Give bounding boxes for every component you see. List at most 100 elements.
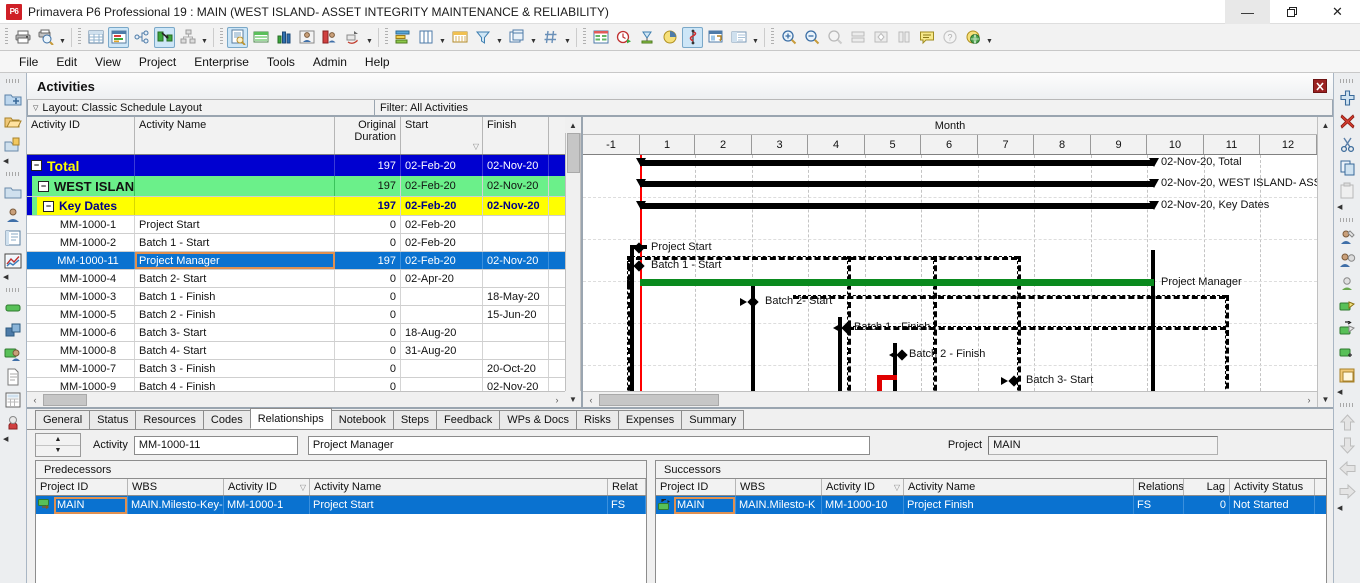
menu-admin[interactable]: Admin bbox=[304, 53, 356, 71]
rail-grip[interactable] bbox=[1339, 403, 1355, 407]
spreadsheet-icon[interactable] bbox=[590, 27, 611, 48]
help-icon[interactable]: ? bbox=[939, 27, 960, 48]
activities-close-button[interactable] bbox=[1313, 79, 1327, 93]
reports-icon[interactable] bbox=[3, 227, 24, 248]
menu-help[interactable]: Help bbox=[356, 53, 399, 71]
documents-icon[interactable] bbox=[3, 366, 24, 387]
rail-expand-arrow[interactable]: ◀ bbox=[0, 435, 8, 443]
gantt-milestone-batch2-finish[interactable] bbox=[896, 349, 908, 361]
toolbar-grip[interactable] bbox=[771, 28, 774, 46]
help-dropdown-caret[interactable]: ▼ bbox=[984, 27, 995, 48]
table-row-key-dates[interactable]: − Key Dates 197 02-Feb-20 02-Nov-20 bbox=[27, 197, 565, 216]
columns-icon[interactable] bbox=[415, 27, 436, 48]
tab-general[interactable]: General bbox=[35, 410, 91, 429]
print-icon[interactable] bbox=[12, 27, 33, 48]
add-project-icon[interactable] bbox=[3, 88, 24, 109]
expenses-icon[interactable] bbox=[3, 389, 24, 410]
collapse-toggle-total[interactable]: − bbox=[31, 160, 42, 171]
table-row[interactable]: MM-1000-4 Batch 2- Start 0 02-Apr-20 bbox=[27, 270, 565, 288]
activity-table-icon[interactable] bbox=[85, 27, 106, 48]
assign-role-icon[interactable] bbox=[1337, 250, 1358, 271]
trace-logic-icon[interactable] bbox=[177, 27, 198, 48]
assign-resource-by-role-icon[interactable] bbox=[1337, 273, 1358, 294]
column-header-original-duration[interactable]: Original Duration bbox=[335, 117, 401, 154]
rail-grip[interactable] bbox=[1339, 79, 1355, 83]
copy-icon[interactable] bbox=[1337, 157, 1358, 178]
assign-successor-icon[interactable] bbox=[1337, 319, 1358, 340]
rail-expand-arrow[interactable]: ◀ bbox=[1334, 388, 1342, 396]
layout-selector[interactable]: ▽ Layout: Classic Schedule Layout bbox=[27, 100, 375, 116]
column-header-activity-id[interactable]: Activity ID ▽ bbox=[822, 479, 904, 495]
successor-row[interactable]: MAIN MAIN.Milesto-K MM-1000-10 Project F… bbox=[656, 496, 1326, 514]
scroll-down-icon[interactable]: ▼ bbox=[565, 391, 581, 407]
minimize-button[interactable]: — bbox=[1225, 0, 1270, 24]
zoom-in-icon[interactable] bbox=[778, 27, 799, 48]
gantt-milestone-batch2-start[interactable] bbox=[747, 296, 759, 308]
scroll-right-icon[interactable]: › bbox=[549, 392, 565, 408]
activity-stepper[interactable]: ▲ ▼ bbox=[35, 433, 81, 457]
table-row[interactable]: MM-1000-9 Batch 4 - Finish 0 02-Nov-20 bbox=[27, 378, 565, 391]
group-and-sort-icon[interactable] bbox=[506, 27, 527, 48]
tab-status[interactable]: Status bbox=[89, 410, 137, 429]
layout-dropdown-caret[interactable]: ▼ bbox=[750, 27, 761, 48]
assign-resource-icon[interactable] bbox=[1337, 227, 1358, 248]
split-vertical-icon[interactable] bbox=[893, 27, 914, 48]
table-row[interactable]: MM-1000-2 Batch 1 - Start 0 02-Feb-20 bbox=[27, 234, 565, 252]
rail-expand-arrow[interactable]: ◀ bbox=[1334, 504, 1342, 512]
column-header-wbs[interactable]: WBS bbox=[128, 479, 224, 495]
gantt-bar-project-manager[interactable] bbox=[640, 279, 1154, 286]
open-view-icon[interactable] bbox=[342, 27, 363, 48]
column-header-activity-id[interactable]: Activity ID ▽ bbox=[224, 479, 310, 495]
table-row[interactable]: MM-1000-6 Batch 3- Start 0 18-Aug-20 bbox=[27, 324, 565, 342]
stepper-up-icon[interactable]: ▲ bbox=[36, 434, 80, 446]
activities-icon[interactable] bbox=[3, 297, 24, 318]
activity-name-field[interactable]: Project Manager bbox=[307, 435, 870, 455]
goto-wbs-icon[interactable] bbox=[1337, 365, 1358, 386]
group-dropdown-caret[interactable]: ▼ bbox=[528, 27, 539, 48]
rail-expand-arrow[interactable]: ◀ bbox=[0, 273, 8, 281]
column-header-finish[interactable]: Finish bbox=[483, 117, 549, 154]
hscroll-track[interactable] bbox=[599, 393, 1301, 407]
columns-dropdown-caret[interactable]: ▼ bbox=[437, 27, 448, 48]
resource-assignments-icon[interactable] bbox=[296, 27, 317, 48]
scroll-up-icon[interactable]: ▲ bbox=[1317, 117, 1334, 133]
column-header-wbs[interactable]: WBS bbox=[736, 479, 822, 495]
gantt-bar-total[interactable] bbox=[640, 160, 1154, 166]
activity-details-icon[interactable] bbox=[227, 26, 248, 48]
collapse-toggle-key-dates[interactable]: − bbox=[43, 200, 54, 212]
stepper-down-icon[interactable]: ▼ bbox=[36, 446, 80, 457]
gantt-plot-area[interactable]: 02-Nov-20, Total 02-Nov-20, WEST ISLAND-… bbox=[583, 155, 1317, 391]
table-row[interactable]: MM-1000-8 Batch 4- Start 0 31-Aug-20 bbox=[27, 342, 565, 360]
tab-steps[interactable]: Steps bbox=[392, 410, 437, 429]
gantt-milestone-batch1-start[interactable] bbox=[633, 260, 645, 272]
risks-icon[interactable] bbox=[3, 412, 24, 433]
table-row[interactable]: MM-1000-1 Project Start 0 02-Feb-20 bbox=[27, 216, 565, 234]
filter-icon[interactable] bbox=[472, 27, 493, 48]
add-icon[interactable] bbox=[1337, 88, 1358, 109]
wbs-icon[interactable] bbox=[3, 181, 24, 202]
tab-risks[interactable]: Risks bbox=[576, 410, 619, 429]
hscroll-thumb[interactable] bbox=[43, 393, 87, 406]
menu-enterprise[interactable]: Enterprise bbox=[185, 53, 258, 71]
scroll-left-icon[interactable]: ‹ bbox=[27, 392, 43, 408]
indent-icon[interactable] bbox=[1337, 481, 1358, 502]
column-header-activity-id[interactable]: Activity ID bbox=[27, 117, 135, 154]
paste-icon[interactable] bbox=[1337, 180, 1358, 201]
align-icon[interactable] bbox=[870, 27, 891, 48]
print-preview-icon[interactable] bbox=[35, 27, 56, 48]
move-down-icon[interactable] bbox=[1337, 435, 1358, 456]
maximize-restore-button[interactable] bbox=[1270, 0, 1315, 24]
toolbar-grip[interactable] bbox=[583, 28, 586, 46]
timescale-icon[interactable] bbox=[449, 27, 470, 48]
toolbar-grip[interactable] bbox=[220, 28, 223, 46]
rail-grip[interactable] bbox=[5, 79, 21, 83]
activity-usage-profile-icon[interactable] bbox=[154, 26, 175, 48]
table-row-selected[interactable]: MM-1000-11 Project Manager 197 02-Feb-20… bbox=[27, 252, 565, 270]
column-header-start[interactable]: Start ▽ bbox=[401, 117, 483, 154]
toolbar-grip[interactable] bbox=[5, 28, 8, 46]
toolbar-grip[interactable] bbox=[78, 28, 81, 46]
tab-codes[interactable]: Codes bbox=[202, 410, 251, 429]
hscroll-track[interactable] bbox=[43, 393, 549, 407]
column-header-lag[interactable]: Lag bbox=[1184, 479, 1230, 495]
hscroll-thumb[interactable] bbox=[599, 393, 719, 406]
